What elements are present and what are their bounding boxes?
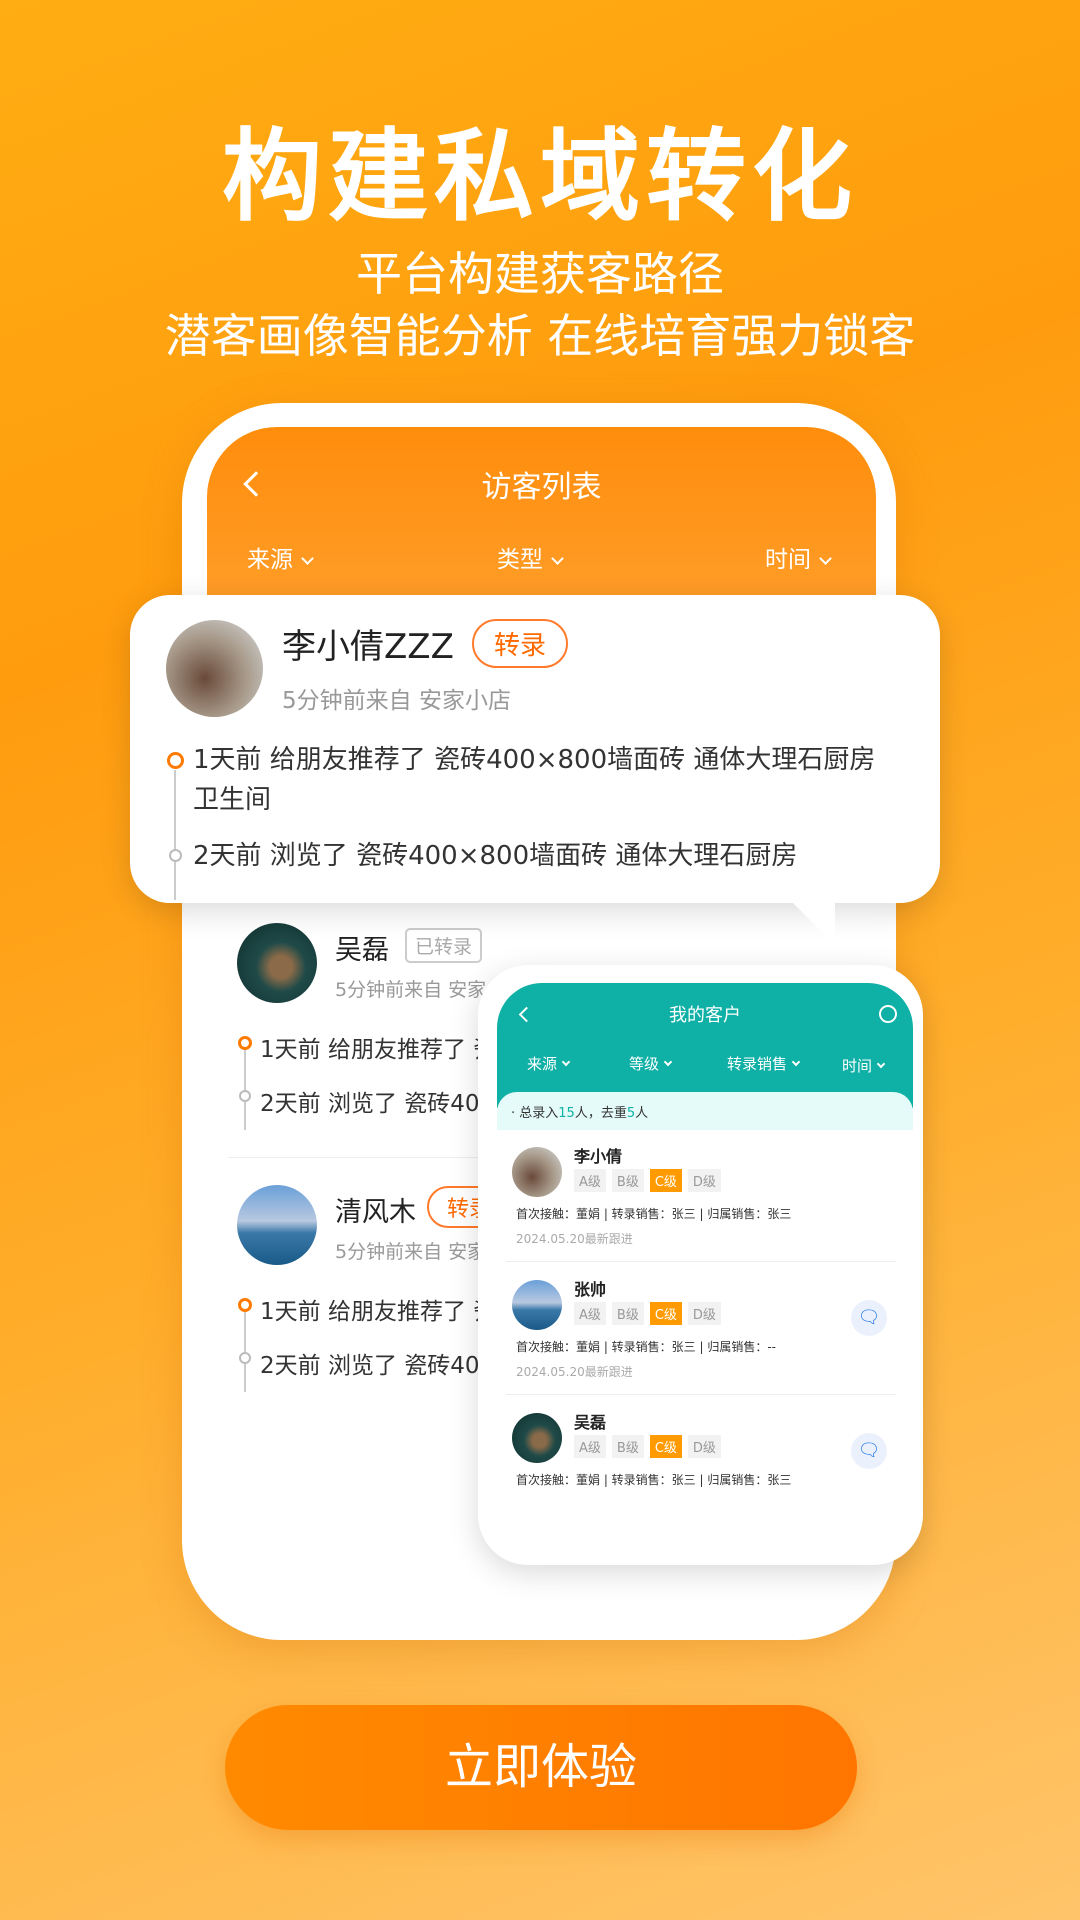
summary-dedup: 5: [626, 1106, 636, 1121]
level-tag[interactable]: C级: [649, 1435, 682, 1458]
filter-label: 来源: [247, 547, 293, 573]
timeline-dot: [238, 1298, 252, 1312]
level-tag[interactable]: A级: [574, 1302, 606, 1325]
timeline-event: 1天前 给朋友推荐了 瓷砖400×800墙面砖 通体大理石厨房卫生间: [193, 745, 876, 815]
filter-time[interactable]: 时间: [765, 540, 832, 574]
filter-label: 类型: [497, 547, 543, 573]
customer-row[interactable]: 李小倩 A级 B级 C级 D级 首次接触：董娟 | 转录销售：张三 | 归属销售：张三…: [478, 1133, 923, 1266]
timeline-dot: [239, 1090, 251, 1102]
chevron-down-icon: [301, 552, 314, 565]
transcribed-badge: 已转录: [405, 928, 483, 963]
filter-type[interactable]: 类型: [497, 540, 564, 574]
timeline-event: 1天前 给朋友推荐了 瓷: [260, 1299, 497, 1325]
visitor-list-header: 访客列表 来源 类型 时间: [207, 427, 876, 617]
level-tag[interactable]: A级: [574, 1169, 606, 1192]
visitor-list-title: 访客列表: [481, 470, 602, 505]
timeline-event: 2天前 浏览了 瓷砖40: [260, 1091, 480, 1117]
customer-meta: 首次接触：董娟 | 转录销售：张三 | 归属销售：张三: [516, 1473, 792, 1487]
avatar: [166, 620, 263, 717]
avatar: [237, 923, 317, 1003]
filter-level[interactable]: 等级: [629, 1053, 673, 1074]
last-follow-up: 2024.05.20最新跟进: [516, 1365, 633, 1379]
my-customers-header: 我的客户 来源 等级 转录销售 时间: [497, 983, 913, 1108]
visitor-source: 5分钟前来自 安家C: [335, 979, 500, 1001]
level-tags: A级 B级 C级 D级: [574, 1302, 727, 1325]
headline: 构建私域转化: [222, 118, 858, 235]
summary-text: 人，去重: [574, 1106, 627, 1121]
chat-icon[interactable]: 🗨: [851, 1300, 887, 1336]
customer-name: 李小倩: [574, 1147, 623, 1166]
avatar: [237, 1185, 317, 1265]
level-tags: A级 B级 C级 D级: [574, 1169, 727, 1192]
visitor-source: 5分钟前来自 安家小店: [282, 688, 511, 714]
chevron-down-icon: [819, 552, 832, 565]
summary-text: 总录入: [519, 1106, 559, 1121]
level-tag[interactable]: B级: [611, 1302, 644, 1325]
avatar: [512, 1280, 562, 1330]
filter-label: 等级: [629, 1055, 660, 1073]
level-tag[interactable]: B级: [611, 1169, 644, 1192]
my-customers-title: 我的客户: [669, 1005, 741, 1026]
chevron-down-icon: [663, 1057, 673, 1067]
timeline-dot: [238, 1036, 252, 1050]
timeline-dot: [169, 849, 182, 862]
level-tag[interactable]: D级: [687, 1169, 721, 1192]
visitor-detail-popup[interactable]: 李小倩ZZZ 转录 5分钟前来自 安家小店 1天前 给朋友推荐了 瓷砖400×8…: [130, 595, 940, 903]
chevron-down-icon: [551, 552, 564, 565]
chevron-down-icon: [561, 1057, 571, 1067]
customer-meta: 首次接触：董娟 | 转录销售：张三 | 归属销售：--: [516, 1340, 777, 1354]
level-tag[interactable]: D级: [687, 1302, 721, 1325]
visitor-item[interactable]: [237, 923, 317, 1003]
customer-name: 张帅: [574, 1280, 607, 1299]
transcribe-button[interactable]: 转录: [472, 619, 569, 668]
customer-name: 吴磊: [574, 1413, 607, 1432]
filter-label: 转录销售: [727, 1055, 788, 1073]
my-customers-card: 我的客户 来源 等级 转录销售 时间 · 总录入15人，去重5人 李小倩 A级 B…: [478, 965, 923, 1565]
divider: [506, 1261, 896, 1262]
filter-source[interactable]: 来源: [247, 540, 314, 574]
divider: [506, 1394, 896, 1395]
avatar: [512, 1413, 562, 1463]
level-tag[interactable]: D级: [687, 1435, 721, 1458]
timeline-event: 2天前 浏览了 瓷砖40: [260, 1353, 480, 1379]
visitor-name: 李小倩ZZZ: [282, 627, 454, 667]
subheadline-1: 平台构建获客路径: [356, 247, 724, 301]
visitor-source: 5分钟前来自 安家: [335, 1241, 487, 1263]
popup-pointer: [790, 900, 835, 945]
timeline-event: 1天前 给朋友推荐了 瓷: [260, 1037, 497, 1063]
timeline-dot: [167, 752, 184, 769]
filter-time[interactable]: 时间: [842, 1055, 886, 1076]
last-follow-up: 2024.05.20最新跟进: [516, 1232, 633, 1246]
filter-sales[interactable]: 转录销售: [727, 1053, 801, 1074]
customer-row[interactable]: 吴磊 A级 B级 C级 D级 首次接触：董娟 | 转录销售：张三 | 归属销售：张三 …: [478, 1399, 923, 1532]
level-tags: A级 B级 C级 D级: [574, 1435, 727, 1458]
visitor-name: 吴磊: [335, 935, 389, 966]
try-now-button[interactable]: 立即体验: [225, 1705, 857, 1830]
filter-label: 来源: [527, 1055, 558, 1073]
summary-text: 人: [635, 1106, 649, 1121]
timeline-line: [174, 770, 176, 900]
summary-bar: · 总录入15人，去重5人: [497, 1092, 913, 1130]
customer-row[interactable]: 张帅 A级 B级 C级 D级 首次接触：董娟 | 转录销售：张三 | 归属销售：-- …: [478, 1266, 923, 1399]
chat-icon[interactable]: 🗨: [851, 1433, 887, 1469]
customer-meta: 首次接触：董娟 | 转录销售：张三 | 归属销售：张三: [516, 1207, 792, 1221]
search-icon[interactable]: [879, 1005, 897, 1023]
chevron-down-icon: [791, 1057, 801, 1067]
level-tag[interactable]: A级: [574, 1435, 606, 1458]
summary-total: 15: [558, 1106, 575, 1121]
filter-source[interactable]: 来源: [527, 1053, 571, 1074]
level-tag[interactable]: B级: [611, 1435, 644, 1458]
timeline-dot: [239, 1352, 251, 1364]
timeline-event: 2天前 浏览了 瓷砖400×800墙面砖 通体大理石厨房: [193, 841, 798, 871]
level-tag[interactable]: C级: [649, 1302, 682, 1325]
avatar: [512, 1147, 562, 1197]
subheadline-2: 潜客画像智能分析 在线培育强力锁客: [164, 309, 916, 363]
chevron-down-icon: [876, 1059, 886, 1069]
level-tag[interactable]: C级: [649, 1169, 682, 1192]
filter-label: 时间: [765, 547, 811, 573]
filter-label: 时间: [842, 1057, 873, 1075]
visitor-name: 清风木: [335, 1197, 416, 1228]
